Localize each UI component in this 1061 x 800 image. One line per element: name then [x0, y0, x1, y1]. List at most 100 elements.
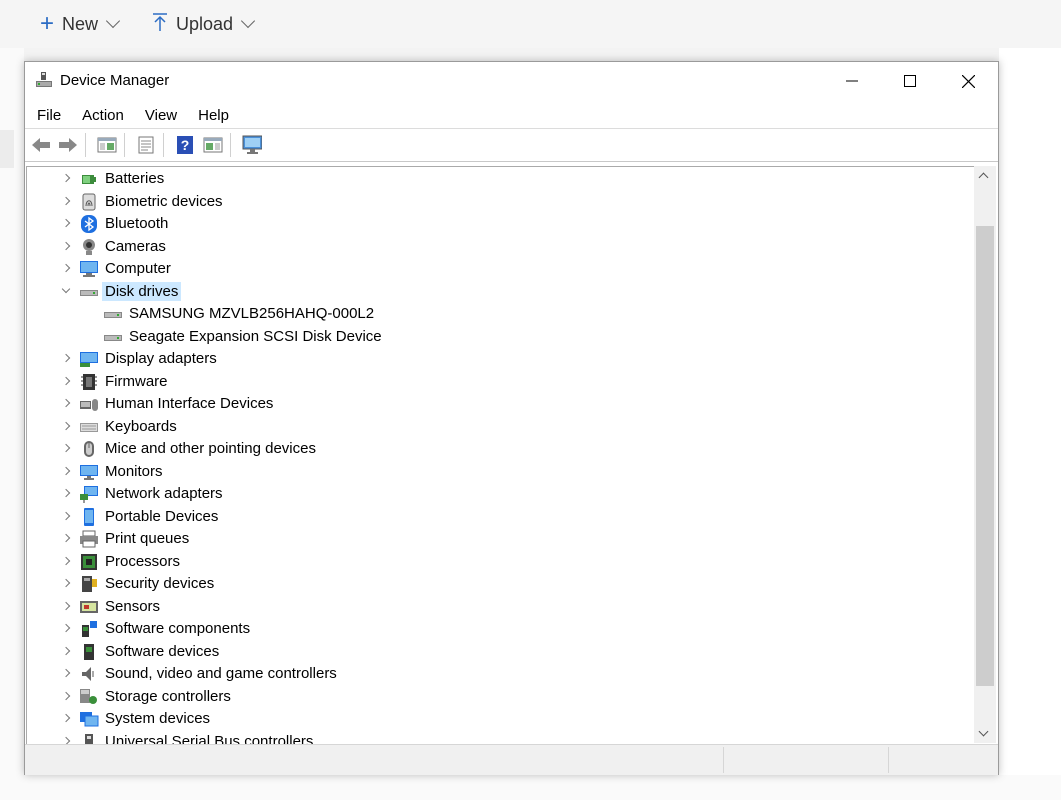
tree-item-label: Universal Serial Bus controllers: [105, 732, 314, 745]
svg-text:?: ?: [181, 137, 190, 153]
expand-chevron-icon[interactable]: [61, 511, 71, 520]
tree-item-label: Seagate Expansion SCSI Disk Device: [129, 327, 382, 345]
tree-item-label: Keyboards: [105, 417, 177, 435]
expand-chevron-icon[interactable]: [61, 578, 71, 588]
device-tree[interactable]: Batteries Biometric devices Bluetooth Camer…: [26, 166, 975, 744]
expand-chevron-icon[interactable]: [61, 646, 71, 655]
status-bar: [25, 744, 998, 775]
tree-item-label: Software devices: [105, 642, 220, 660]
close-button[interactable]: [939, 62, 997, 100]
tree-category-item[interactable]: Human Interface Devices: [27, 393, 967, 415]
scrollbar-thumb[interactable]: [976, 226, 994, 686]
background-bottom: [0, 775, 1061, 800]
expand-chevron-icon[interactable]: [61, 376, 71, 385]
title-bar[interactable]: Device Manager: [25, 62, 998, 100]
expand-chevron-icon[interactable]: [61, 353, 71, 363]
new-button[interactable]: + New: [40, 10, 121, 38]
tree-item-label: Mice and other pointing devices: [105, 440, 316, 457]
scan-monitor-icon: [242, 135, 262, 154]
tree-category-item[interactable]: Monitors: [27, 461, 967, 483]
collapse-chevron-icon[interactable]: [61, 284, 71, 293]
menu-file[interactable]: File: [25, 107, 70, 124]
expand-chevron-icon[interactable]: [61, 398, 71, 408]
security-device-icon: [82, 576, 97, 592]
tree-item-label: System devices: [105, 710, 211, 727]
expand-chevron-icon[interactable]: [61, 218, 71, 228]
tree-item-label: Portable Devices: [105, 507, 219, 525]
action-pane-button[interactable]: [203, 135, 223, 155]
maximize-button[interactable]: [881, 62, 939, 100]
tree-category-item[interactable]: Biometric devices: [27, 191, 967, 213]
forward-button[interactable]: [58, 135, 78, 155]
tree-child-item[interactable]: Seagate Expansion SCSI Disk Device: [27, 326, 967, 348]
tree-category-item[interactable]: Sound, video and game controllers: [27, 663, 967, 685]
expand-chevron-icon[interactable]: [61, 263, 71, 273]
tree-category-item[interactable]: Security devices: [27, 573, 967, 595]
tree-category-item[interactable]: Display adapters: [27, 348, 967, 370]
help-button[interactable]: ?: [175, 135, 195, 155]
tree-item-label: Bluetooth: [105, 215, 169, 232]
tree-category-item[interactable]: Software components: [27, 618, 967, 640]
tree-category-item[interactable]: Disk drives: [27, 281, 967, 303]
tree-category-item[interactable]: Batteries: [27, 168, 967, 190]
expand-chevron-icon[interactable]: [61, 691, 71, 700]
show-hide-console-tree-button[interactable]: [97, 135, 117, 155]
tree-category-item[interactable]: Print queues: [27, 528, 967, 550]
expand-chevron-icon[interactable]: [61, 713, 71, 723]
tree-child-item[interactable]: SAMSUNG MZVLB256HAHQ-000L2: [27, 303, 967, 325]
properties-button[interactable]: [136, 135, 156, 155]
vertical-scrollbar[interactable]: [974, 166, 996, 743]
upload-button[interactable]: Upload: [152, 10, 256, 38]
expand-chevron-icon[interactable]: [61, 488, 71, 498]
back-button[interactable]: [31, 135, 51, 155]
device-manager-icon: [36, 72, 52, 87]
tree-category-item[interactable]: Universal Serial Bus controllers: [27, 731, 967, 745]
expand-chevron-icon[interactable]: [61, 421, 71, 430]
menu-action[interactable]: Action: [70, 107, 133, 124]
expand-chevron-icon[interactable]: [61, 736, 71, 744]
expand-chevron-icon[interactable]: [61, 241, 71, 250]
menu-view[interactable]: View: [133, 107, 186, 124]
tree-category-item[interactable]: Cameras: [27, 236, 967, 258]
computer-icon: [80, 261, 98, 277]
expand-chevron-icon[interactable]: [61, 173, 71, 183]
tree-category-item[interactable]: Computer: [27, 258, 967, 280]
bluetooth-icon: [81, 215, 97, 233]
expand-chevron-icon[interactable]: [61, 466, 71, 475]
tree-category-item[interactable]: Firmware: [27, 371, 967, 393]
tree-category-item[interactable]: Sensors: [27, 596, 967, 618]
expand-chevron-icon[interactable]: [61, 623, 71, 633]
plus-icon: +: [40, 10, 55, 37]
usb-icon: [85, 733, 93, 744]
tree-category-item[interactable]: Software devices: [27, 641, 967, 663]
scroll-up-icon[interactable]: [978, 172, 989, 183]
expand-chevron-icon[interactable]: [61, 601, 71, 610]
tree-category-item[interactable]: Bluetooth: [27, 213, 967, 235]
tree-item-label: Print queues: [105, 530, 190, 547]
tree-category-item[interactable]: Network adapters: [27, 483, 967, 505]
minimize-button[interactable]: [823, 62, 881, 100]
expand-chevron-icon[interactable]: [61, 533, 71, 543]
tree-category-item[interactable]: System devices: [27, 708, 967, 730]
expand-chevron-icon[interactable]: [61, 443, 71, 453]
tree-item-label: Human Interface Devices: [105, 395, 274, 412]
disk-drive-icon: [104, 312, 122, 318]
speaker-icon: [82, 667, 94, 681]
tree-category-item[interactable]: Storage controllers: [27, 686, 967, 708]
tree-category-item[interactable]: Processors: [27, 551, 967, 573]
console-tree-icon: [97, 137, 117, 153]
display-adapter-icon: [80, 352, 98, 367]
expand-chevron-icon[interactable]: [61, 196, 71, 205]
scroll-down-icon[interactable]: [978, 726, 989, 737]
forward-arrow-icon: [59, 138, 77, 152]
expand-chevron-icon[interactable]: [61, 668, 71, 678]
scan-hardware-button[interactable]: [242, 135, 262, 155]
monitor-icon: [80, 464, 98, 480]
tree-category-item[interactable]: Mice and other pointing devices: [27, 438, 967, 460]
disk-drive-icon: [80, 289, 98, 296]
expand-chevron-icon[interactable]: [61, 556, 71, 565]
tree-category-item[interactable]: Keyboards: [27, 416, 967, 438]
tree-category-item[interactable]: Portable Devices: [27, 506, 967, 528]
tree-item-label: Cameras: [105, 237, 166, 255]
menu-help[interactable]: Help: [186, 107, 238, 124]
